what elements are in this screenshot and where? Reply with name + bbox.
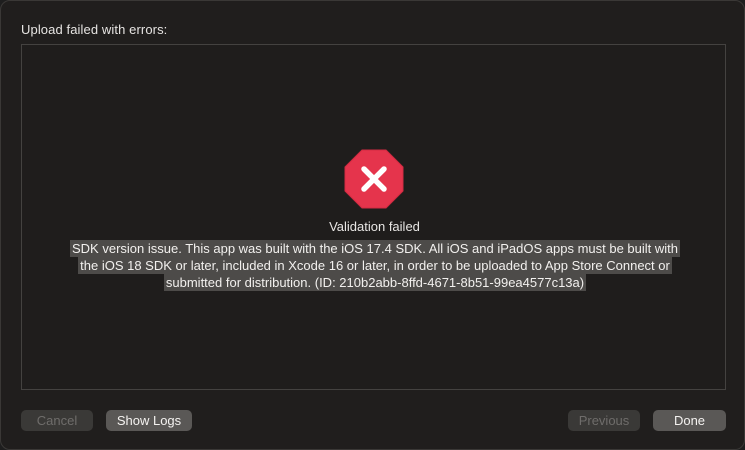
error-panel: Validation failed SDK version issue. Thi… xyxy=(21,44,726,390)
error-octagon-x-icon xyxy=(344,149,404,209)
show-logs-button[interactable]: Show Logs xyxy=(106,410,192,431)
error-message-text: SDK version issue. This app was built wi… xyxy=(70,240,680,291)
previous-button[interactable]: Previous xyxy=(568,410,640,431)
upload-dialog: Upload failed with errors: Validation fa… xyxy=(0,0,745,450)
cancel-button[interactable]: Cancel xyxy=(21,410,93,431)
done-button[interactable]: Done xyxy=(653,410,726,431)
error-message: SDK version issue. This app was built wi… xyxy=(64,240,686,291)
error-title: Validation failed xyxy=(329,219,420,234)
dialog-heading: Upload failed with errors: xyxy=(21,22,168,37)
